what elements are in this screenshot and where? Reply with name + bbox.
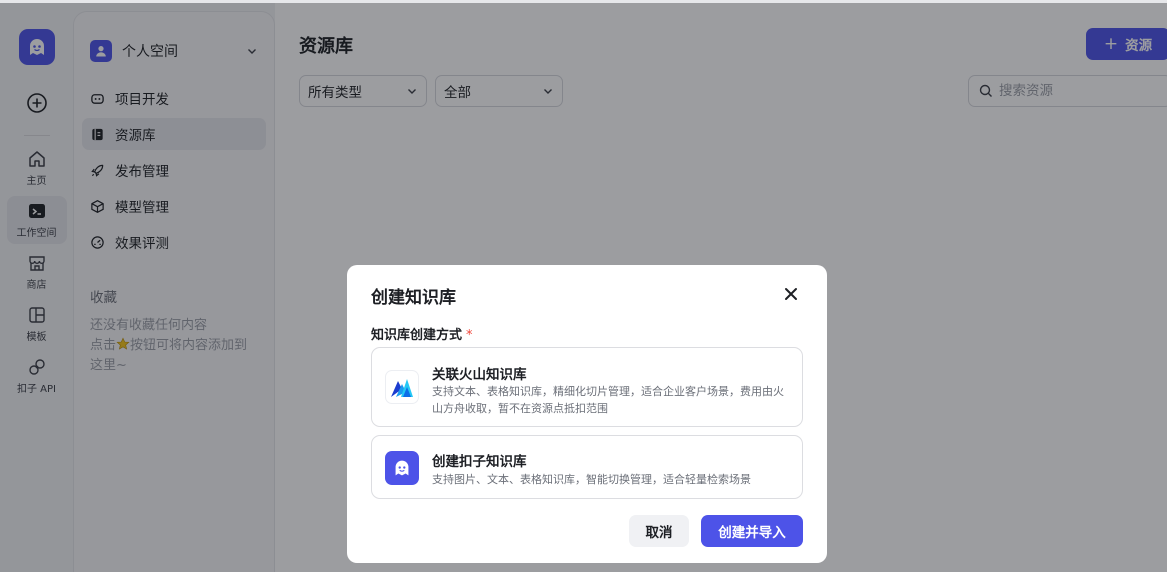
- cancel-button[interactable]: 取消: [629, 515, 689, 547]
- creation-method-label: 知识库创建方式 *: [371, 324, 473, 343]
- close-icon: [785, 288, 797, 300]
- app-root: 主页 工作空间 商店 模板 扣子 API 个人空间 项目开发 资源库 发布管理 …: [0, 0, 1167, 572]
- option-description: 支持图片、文本、表格知识库，智能切换管理，适合轻量检索场景: [432, 473, 751, 486]
- required-mark: *: [466, 328, 473, 343]
- close-button[interactable]: [781, 284, 801, 304]
- create-and-import-button[interactable]: 创建并导入: [701, 515, 803, 547]
- coze-ghost-icon: [385, 451, 419, 485]
- option-description: 支持文本、表格知识库，精细化切片管理，适合企业客户场景，费用由火山方舟收取，暂不…: [432, 385, 784, 415]
- create-knowledge-dialog: 创建知识库 知识库创建方式 * 关联火山知识库 支持文本、表格知识库，精细化切片管…: [347, 265, 827, 563]
- creation-method-text: 知识库创建方式: [371, 328, 463, 343]
- option-coze-knowledge[interactable]: 创建扣子知识库 支持图片、文本、表格知识库，智能切换管理，适合轻量检索场景: [371, 435, 803, 499]
- option-title: 创建扣子知识库: [432, 454, 527, 470]
- option-volcano-knowledge[interactable]: 关联火山知识库 支持文本、表格知识库，精细化切片管理，适合企业客户场景，费用由火…: [371, 347, 803, 427]
- dialog-title: 创建知识库: [371, 288, 456, 308]
- volcano-logo-icon: [385, 370, 419, 404]
- option-title: 关联火山知识库: [432, 367, 527, 383]
